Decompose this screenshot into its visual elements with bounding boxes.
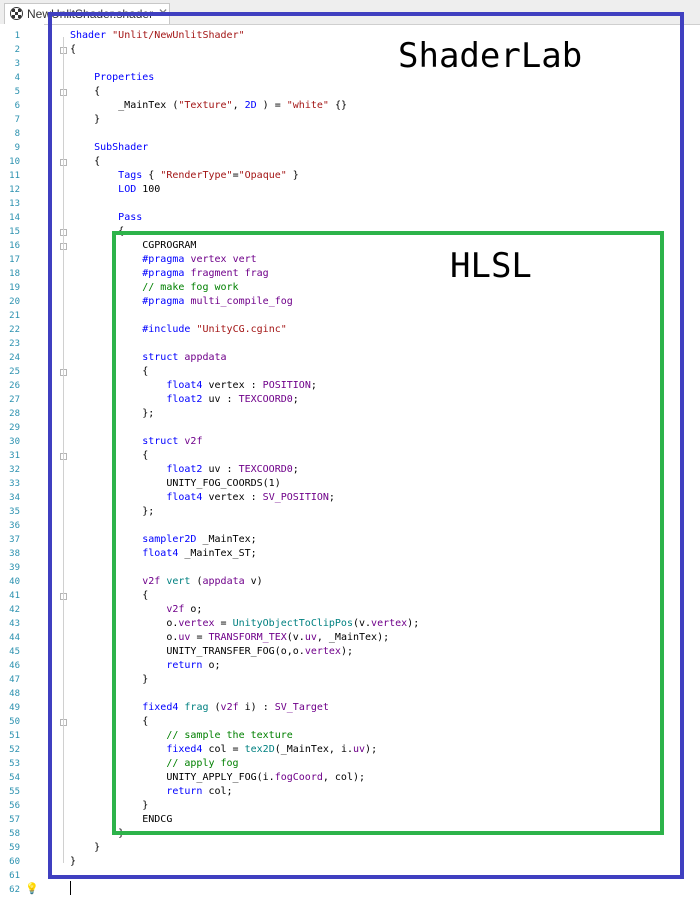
line-number: 23: [9, 339, 20, 349]
line-number: 39: [9, 563, 20, 573]
line-number: 26: [9, 381, 20, 391]
line-number: 24: [9, 353, 20, 363]
line-number: 28: [9, 409, 20, 419]
line-number-gutter: 1 2 3 4 5 6 7 8 9 10 11 12 13 14 15 16 17 18 19 20 21 22 23 24 2…: [0, 24, 44, 907]
line-number: 16: [9, 241, 20, 251]
line-number: 49: [9, 703, 20, 713]
line-number: 61: [9, 871, 20, 881]
line-number: 10: [9, 157, 20, 167]
line-number: 54: [9, 773, 20, 783]
line-number: 43: [9, 619, 20, 629]
text-cursor: [70, 881, 71, 895]
line-number: 27: [9, 395, 20, 405]
line-number: 8: [14, 129, 20, 139]
line-number: 1: [14, 31, 20, 41]
line-number: 11: [9, 171, 20, 181]
line-number: 7: [14, 115, 20, 125]
line-number: 30: [9, 437, 20, 447]
line-number: 18: [9, 269, 20, 279]
line-number: 55: [9, 787, 20, 797]
line-number: 17: [9, 255, 20, 265]
line-number: 51: [9, 731, 20, 741]
line-number: 34: [9, 493, 20, 503]
line-number: 25: [9, 367, 20, 377]
line-number: 36: [9, 521, 20, 531]
line-number: 52: [9, 745, 20, 755]
line-number: 35: [9, 507, 20, 517]
line-number: 6: [14, 101, 20, 111]
line-number: 37: [9, 535, 20, 545]
line-number: 13: [9, 199, 20, 209]
line-number: 48: [9, 689, 20, 699]
line-number: 62: [9, 885, 20, 895]
line-number: 50: [9, 717, 20, 727]
shaderlab-label: ShaderLab: [398, 36, 583, 76]
line-number: 40: [9, 577, 20, 587]
hlsl-label: HLSL: [450, 246, 532, 286]
line-number: 29: [9, 423, 20, 433]
line-number: 44: [9, 633, 20, 643]
line-number: 14: [9, 213, 20, 223]
line-number: 32: [9, 465, 20, 475]
line-number: 41: [9, 591, 20, 601]
line-number: 15: [9, 227, 20, 237]
line-number: 5: [14, 87, 20, 97]
line-number: 47: [9, 675, 20, 685]
line-number: 59: [9, 843, 20, 853]
line-number: 22: [9, 325, 20, 335]
line-number: 9: [14, 143, 20, 153]
line-number: 38: [9, 549, 20, 559]
line-number: 2: [14, 45, 20, 55]
line-number: 58: [9, 829, 20, 839]
line-number: 46: [9, 661, 20, 671]
line-number: 20: [9, 297, 20, 307]
line-number: 53: [9, 759, 20, 769]
line-number: 60: [9, 857, 20, 867]
line-number: 21: [9, 311, 20, 321]
line-number: 19: [9, 283, 20, 293]
shader-icon: [10, 7, 23, 20]
line-number: 42: [9, 605, 20, 615]
line-number: 45: [9, 647, 20, 657]
line-number: 57: [9, 815, 20, 825]
line-number: 12: [9, 185, 20, 195]
line-number: 33: [9, 479, 20, 489]
line-number: 4: [14, 73, 20, 83]
hlsl-region-box: [112, 231, 664, 835]
line-number: 31: [9, 451, 20, 461]
line-number: 3: [14, 59, 20, 69]
lightbulb-icon[interactable]: 💡: [25, 882, 39, 895]
line-number: 56: [9, 801, 20, 811]
